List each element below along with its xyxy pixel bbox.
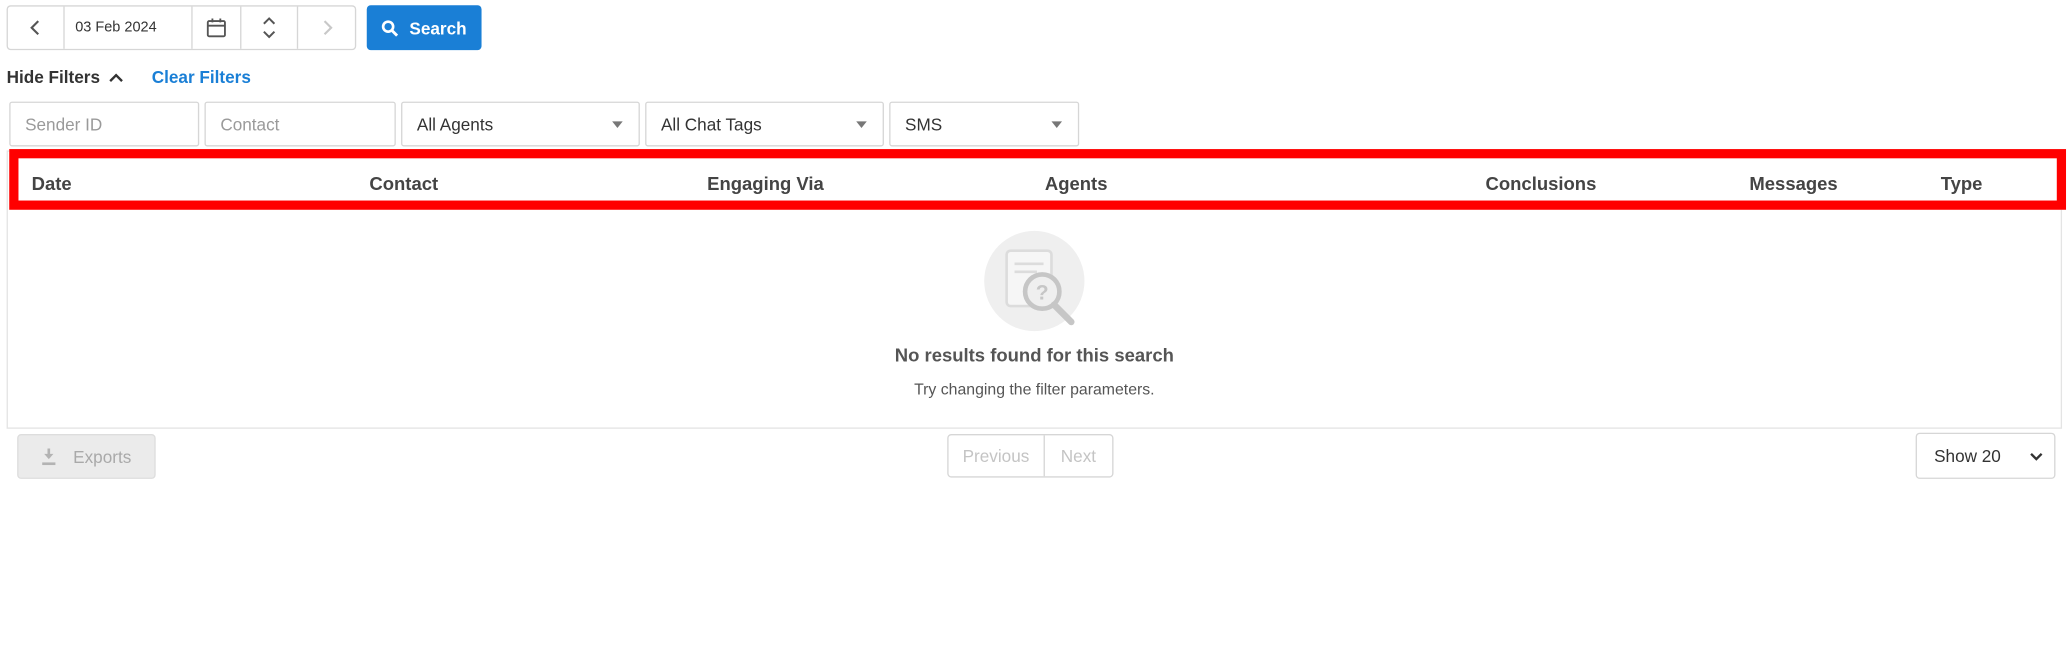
agents-select-value: All Agents [416, 114, 494, 134]
clear-filters-link[interactable]: Clear Filters [152, 67, 251, 87]
search-button[interactable]: Search [366, 5, 482, 51]
channel-select-value: SMS [905, 114, 943, 134]
hide-filters-label: Hide Filters [6, 67, 100, 88]
column-header-date[interactable]: Date [32, 173, 72, 194]
chat-tags-select-value: All Chat Tags [660, 114, 762, 134]
next-day-button[interactable] [298, 7, 355, 49]
caret-down-icon [1051, 120, 1063, 128]
svg-text:?: ? [1036, 281, 1049, 304]
calendar-button[interactable] [192, 6, 242, 49]
column-header-engaging-via[interactable]: Engaging Via [707, 173, 824, 194]
chevron-up-icon [109, 72, 123, 82]
empty-state-title: No results found for this search [894, 344, 1174, 366]
search-icon [382, 19, 399, 36]
chat-tags-select[interactable]: All Chat Tags [645, 101, 884, 147]
column-header-conclusions[interactable]: Conclusions [1486, 173, 1597, 194]
page-size-value: Show 20 [1934, 445, 2001, 466]
date-stepper-button[interactable] [242, 6, 299, 49]
column-header-contact[interactable]: Contact [369, 173, 438, 194]
calendar-icon [206, 18, 226, 38]
hide-filters-toggle[interactable]: Hide Filters [7, 67, 124, 87]
previous-page-button[interactable]: Previous [949, 435, 1045, 477]
column-header-agents[interactable]: Agents [1045, 173, 1108, 194]
contact-input-wrap [204, 101, 396, 147]
no-results-icon: ? [984, 230, 1085, 332]
search-button-label: Search [409, 17, 467, 38]
agents-select[interactable]: All Agents [401, 101, 640, 147]
column-header-type[interactable]: Type [1941, 173, 1983, 194]
contact-input[interactable] [220, 114, 395, 134]
previous-day-button[interactable] [8, 6, 65, 49]
chevron-left-icon [30, 20, 40, 36]
column-header-messages[interactable]: Messages [1749, 173, 1837, 194]
exports-button[interactable]: Exports [17, 434, 156, 479]
page-size-select[interactable]: Show 20 [1915, 432, 2056, 479]
pagination: Previous Next [947, 434, 1114, 478]
date-navigation: 03 Feb 2024 [6, 5, 357, 51]
up-down-icon [263, 17, 276, 39]
chevron-down-icon [2030, 452, 2043, 461]
download-icon [42, 448, 57, 466]
channel-select[interactable]: SMS [889, 101, 1080, 147]
chevron-right-icon [323, 20, 333, 36]
empty-state-subtitle: Try changing the filter parameters. [914, 379, 1155, 399]
date-field[interactable]: 03 Feb 2024 [65, 6, 193, 49]
caret-down-icon [612, 120, 623, 128]
sender-id-input[interactable] [25, 114, 198, 134]
exports-label: Exports [73, 446, 132, 467]
sender-id-input-wrap [9, 101, 200, 147]
next-page-button[interactable]: Next [1045, 435, 1113, 476]
caret-down-icon [856, 120, 867, 128]
